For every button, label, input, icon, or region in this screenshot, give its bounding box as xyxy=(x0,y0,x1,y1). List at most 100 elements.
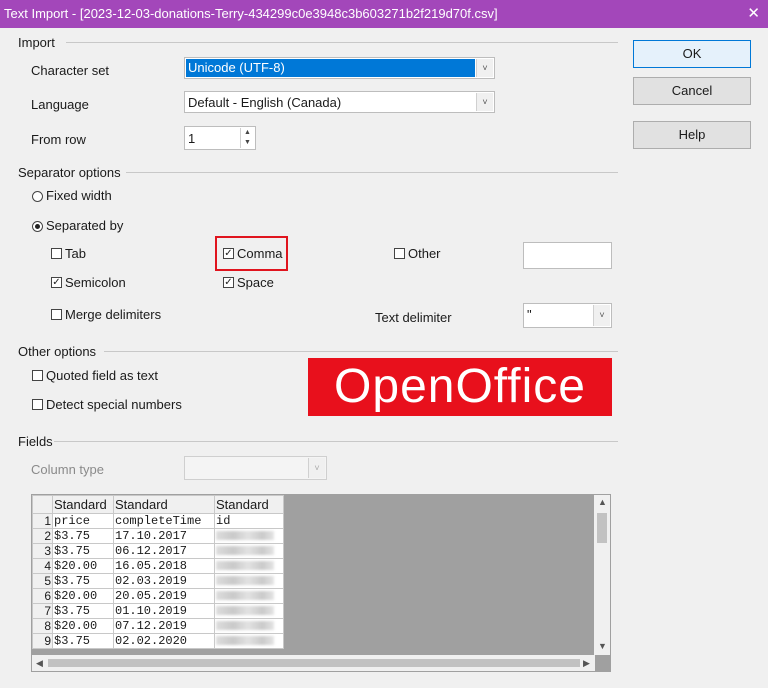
table-cell[interactable]: $20.00 xyxy=(52,558,114,574)
table-cell[interactable]: 02.02.2020 xyxy=(113,633,215,649)
text-import-dialog: Import Character set Unicode (UTF-8) ˅ L… xyxy=(0,28,768,688)
table-cell[interactable] xyxy=(214,633,284,649)
language-label: Language xyxy=(31,97,89,112)
table-cell[interactable]: completeTime xyxy=(113,513,215,529)
table-cell[interactable]: 07.12.2019 xyxy=(113,618,215,634)
chevron-down-icon[interactable]: ˅ xyxy=(476,59,493,77)
scroll-thumb[interactable] xyxy=(48,659,580,667)
separated-by-radio[interactable] xyxy=(32,221,43,232)
tab-checkbox[interactable] xyxy=(51,248,62,259)
table-cell[interactable]: id xyxy=(214,513,284,529)
scroll-right-icon[interactable]: ▶ xyxy=(583,658,590,669)
table-cell[interactable]: 06.12.2017 xyxy=(113,543,215,559)
table-cell[interactable] xyxy=(214,528,284,544)
table-cell[interactable]: 20.05.2019 xyxy=(113,588,215,604)
table-cell[interactable]: $20.00 xyxy=(52,618,114,634)
quoted-field-checkbox[interactable] xyxy=(32,370,43,381)
chevron-down-icon[interactable]: ˅ xyxy=(593,305,610,326)
table-cell[interactable]: price xyxy=(52,513,114,529)
table-row: 2 $3.75 17.10.2017 xyxy=(32,528,284,544)
divider xyxy=(126,172,618,173)
column-header-row: Standard Standard Standard xyxy=(32,495,284,514)
character-set-select[interactable]: Unicode (UTF-8) ˅ xyxy=(184,57,495,79)
detect-special-numbers-label[interactable]: Detect special numbers xyxy=(46,397,182,412)
table-cell[interactable]: 17.10.2017 xyxy=(113,528,215,544)
column-header[interactable]: Standard xyxy=(113,495,215,514)
horizontal-scrollbar[interactable]: ◀ ▶ xyxy=(32,655,595,671)
divider xyxy=(54,441,618,442)
table-cell[interactable] xyxy=(214,618,284,634)
comma-checkbox[interactable]: ✓ xyxy=(223,248,234,259)
column-type-label: Column type xyxy=(31,462,104,477)
chevron-down-icon[interactable]: ˅ xyxy=(308,458,325,478)
table-cell[interactable]: $3.75 xyxy=(52,543,114,559)
table-cell[interactable]: $3.75 xyxy=(52,603,114,619)
scroll-left-icon[interactable]: ◀ xyxy=(36,658,43,669)
table-cell[interactable] xyxy=(214,588,284,604)
row-number: 8 xyxy=(32,618,53,634)
scroll-up-icon[interactable]: ▲ xyxy=(598,497,607,507)
space-checkbox[interactable]: ✓ xyxy=(223,277,234,288)
semicolon-label[interactable]: Semicolon xyxy=(65,275,126,290)
text-delimiter-select[interactable]: " ˅ xyxy=(523,303,612,328)
table-row: 7 $3.75 01.10.2019 xyxy=(32,603,284,619)
import-section-label: Import xyxy=(18,35,55,50)
redacted-value xyxy=(216,591,274,601)
divider xyxy=(66,42,618,43)
table-cell[interactable]: $3.75 xyxy=(52,528,114,544)
divider xyxy=(104,351,618,352)
close-icon[interactable]: ✕ xyxy=(747,4,760,22)
scroll-down-icon[interactable]: ▼ xyxy=(598,641,607,651)
spin-down-icon[interactable]: ▼ xyxy=(241,138,254,148)
other-input[interactable] xyxy=(523,242,612,269)
corner-cell xyxy=(32,495,53,514)
other-checkbox[interactable] xyxy=(394,248,405,259)
language-select[interactable]: Default - English (Canada) ˅ xyxy=(184,91,495,113)
vertical-scrollbar[interactable]: ▲ ▼ xyxy=(594,495,610,655)
column-type-select[interactable]: ˅ xyxy=(184,456,327,480)
merge-delimiters-checkbox[interactable] xyxy=(51,309,62,320)
table-cell[interactable]: $3.75 xyxy=(52,633,114,649)
table-cell[interactable] xyxy=(214,558,284,574)
table-cell[interactable] xyxy=(214,573,284,589)
table-cell[interactable]: 01.10.2019 xyxy=(113,603,215,619)
table-cell[interactable]: $3.75 xyxy=(52,573,114,589)
comma-label[interactable]: Comma xyxy=(237,246,283,261)
other-label[interactable]: Other xyxy=(408,246,441,261)
chevron-down-icon[interactable]: ˅ xyxy=(476,93,493,111)
table-cell[interactable] xyxy=(214,543,284,559)
help-button[interactable]: Help xyxy=(633,121,751,149)
redacted-value xyxy=(216,531,274,541)
table-row: 4 $20.00 16.05.2018 xyxy=(32,558,284,574)
tab-label[interactable]: Tab xyxy=(65,246,86,261)
table-cell[interactable]: 16.05.2018 xyxy=(113,558,215,574)
space-label[interactable]: Space xyxy=(237,275,274,290)
table-cell[interactable]: $20.00 xyxy=(52,588,114,604)
from-row-spinner[interactable]: 1 ▲ ▼ xyxy=(184,126,256,150)
row-number: 5 xyxy=(32,573,53,589)
detect-special-numbers-checkbox[interactable] xyxy=(32,399,43,410)
fixed-width-label[interactable]: Fixed width xyxy=(46,188,112,203)
merge-delimiters-label[interactable]: Merge delimiters xyxy=(65,307,161,322)
scroll-thumb[interactable] xyxy=(597,513,607,543)
table-row: 5 $3.75 02.03.2019 xyxy=(32,573,284,589)
separated-by-label[interactable]: Separated by xyxy=(46,218,123,233)
other-options-section-label: Other options xyxy=(18,344,97,359)
table-cell[interactable]: 02.03.2019 xyxy=(113,573,215,589)
fixed-width-radio[interactable] xyxy=(32,191,43,202)
spin-up-icon[interactable]: ▲ xyxy=(241,128,254,138)
row-number: 2 xyxy=(32,528,53,544)
semicolon-checkbox[interactable]: ✓ xyxy=(51,277,62,288)
table-row: 3 $3.75 06.12.2017 xyxy=(32,543,284,559)
quoted-field-label[interactable]: Quoted field as text xyxy=(46,368,158,383)
column-header[interactable]: Standard xyxy=(214,495,284,514)
language-value: Default - English (Canada) xyxy=(188,95,342,110)
column-header[interactable]: Standard xyxy=(52,495,114,514)
table-cell[interactable] xyxy=(214,603,284,619)
window-title: Text Import - [2023-12-03-donations-Terr… xyxy=(4,6,498,21)
ok-button[interactable]: OK xyxy=(633,40,751,68)
cancel-button[interactable]: Cancel xyxy=(633,77,751,105)
spin-buttons[interactable]: ▲ ▼ xyxy=(240,128,254,148)
character-set-label: Character set xyxy=(31,63,110,78)
preview-table: Standard Standard Standard 1 price complet… xyxy=(32,495,284,649)
